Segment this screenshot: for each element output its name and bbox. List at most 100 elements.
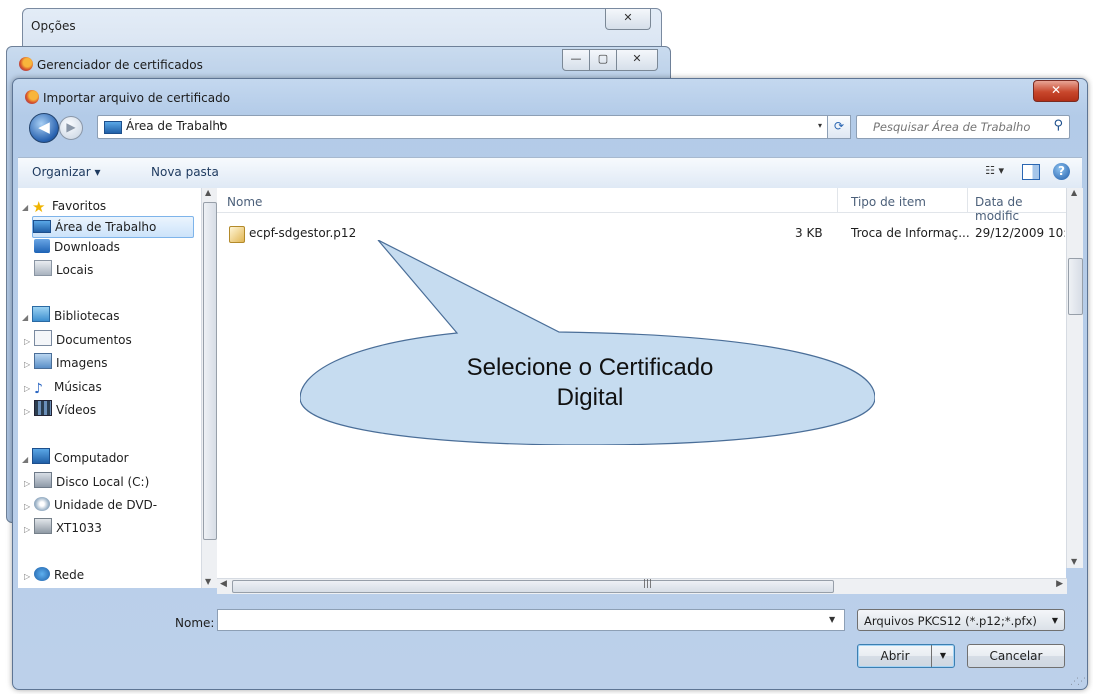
- nav-item-locais[interactable]: Locais: [34, 260, 93, 280]
- horizontal-scrollbar[interactable]: ◀ ||| ▶: [217, 578, 1067, 594]
- maximize-button[interactable]: ▢: [589, 49, 617, 71]
- scrollbar-grip-icon: |||: [643, 579, 653, 589]
- nav-item-bibliotecas[interactable]: ◢ Bibliotecas: [22, 306, 119, 326]
- breadcrumb-chevron-icon[interactable]: ▸: [220, 119, 225, 129]
- libraries-icon: [32, 306, 50, 322]
- collapsed-arrow-icon[interactable]: ▷: [24, 402, 34, 422]
- nav-item-favoritos[interactable]: ◢ ★ Favoritos: [22, 196, 106, 216]
- nav-item-documentos[interactable]: ▷ Documentos: [24, 330, 132, 350]
- column-type[interactable]: Tipo de item: [851, 195, 926, 209]
- pictures-icon: [34, 353, 52, 369]
- new-folder-button[interactable]: Nova pasta: [151, 165, 219, 179]
- nav-item-rede[interactable]: ▷ Rede: [24, 565, 84, 585]
- file-list-scrollbar[interactable]: ▲ ▼: [1066, 188, 1083, 568]
- dialog-title: Importar arquivo de certificado: [43, 91, 231, 105]
- column-header: Nome Tipo de item Data de modific: [217, 188, 1066, 223]
- file-type-filter[interactable]: Arquivos PKCS12 (*.p12;*.pfx) ▼: [857, 609, 1065, 631]
- file-name-dropdown-icon[interactable]: ▼: [829, 615, 835, 624]
- downloads-icon: [34, 239, 50, 253]
- options-close-button[interactable]: ✕: [605, 9, 651, 30]
- callout-line-1: Selecione o Certificado: [466, 354, 714, 381]
- change-view-button[interactable]: ☷ ▾: [985, 164, 1004, 177]
- nav-item-musicas[interactable]: ▷ ♪ Músicas: [24, 377, 102, 397]
- file-size: 3 KB: [795, 226, 823, 240]
- scroll-up-icon[interactable]: ▲: [205, 188, 211, 197]
- column-date[interactable]: Data de modific: [975, 195, 1066, 223]
- certificate-manager-title: Gerenciador de certificados: [37, 58, 203, 72]
- help-icon[interactable]: ?: [1053, 163, 1070, 180]
- address-bar[interactable]: Área de Trabalho ▸ ▾: [97, 115, 829, 139]
- network-icon: [34, 567, 50, 581]
- file-name-label: Nome:: [175, 616, 215, 630]
- expanded-arrow-icon[interactable]: ◢: [22, 308, 32, 328]
- music-icon: ♪: [34, 381, 43, 397]
- expanded-arrow-icon[interactable]: ◢: [22, 450, 32, 470]
- callout-bubble: [300, 240, 875, 445]
- nav-item-imagens[interactable]: ▷ Imagens: [24, 353, 107, 373]
- nav-item-videos[interactable]: ▷ Vídeos: [24, 400, 96, 420]
- nav-item-area-de-trabalho[interactable]: Área de Trabalho: [32, 216, 194, 238]
- navigation-scrollbar[interactable]: ▲ ▼: [201, 188, 217, 588]
- open-split-dropdown-icon[interactable]: ▼: [931, 645, 954, 667]
- computer-icon: [32, 448, 50, 464]
- dvd-drive-icon: [34, 497, 50, 511]
- refresh-button[interactable]: ⟳: [827, 115, 851, 139]
- forward-button[interactable]: ▶: [59, 116, 83, 140]
- options-window-title: Opções: [31, 19, 76, 33]
- search-icon[interactable]: ⚲: [1053, 118, 1063, 133]
- command-bar: Organizar ▾ Nova pasta ☷ ▾ ?: [18, 157, 1082, 189]
- navigation-pane: ◢ ★ Favoritos Área de Trabalho Downloads L…: [18, 188, 201, 588]
- close-button[interactable]: ✕: [616, 49, 658, 71]
- collapsed-arrow-icon[interactable]: ▷: [24, 355, 34, 375]
- resize-grip-icon[interactable]: ⋰⋰: [1070, 677, 1086, 687]
- search-box[interactable]: ⚲: [856, 115, 1070, 139]
- organize-button[interactable]: Organizar ▾: [32, 165, 101, 179]
- file-name[interactable]: ecpf-sdgestor.p12: [249, 226, 356, 240]
- videos-icon: [34, 400, 52, 416]
- scrollbar-thumb[interactable]: [203, 202, 217, 540]
- search-input[interactable]: [871, 119, 1045, 135]
- scroll-down-icon[interactable]: ▼: [205, 577, 211, 586]
- desktop-icon: [33, 220, 51, 233]
- dialog-close-button[interactable]: ✕: [1033, 80, 1079, 102]
- address-dropdown-icon[interactable]: ▾: [818, 121, 822, 130]
- documents-icon: [34, 330, 52, 346]
- callout-shape: [300, 240, 875, 445]
- collapsed-arrow-icon[interactable]: ▷: [24, 567, 34, 587]
- column-name[interactable]: Nome: [227, 195, 262, 209]
- preview-pane-icon[interactable]: [1022, 164, 1040, 180]
- nav-item-computador[interactable]: ◢ Computador: [22, 448, 129, 468]
- scroll-right-icon[interactable]: ▶: [1056, 579, 1063, 589]
- scroll-down-icon[interactable]: ▼: [1071, 557, 1077, 566]
- minimize-button[interactable]: —: [562, 49, 590, 71]
- address-location[interactable]: Área de Trabalho: [126, 119, 227, 133]
- places-icon: [34, 260, 52, 276]
- collapsed-arrow-icon[interactable]: ▷: [24, 332, 34, 352]
- scroll-left-icon[interactable]: ◀: [220, 579, 227, 589]
- firefox-icon: [25, 90, 39, 104]
- column-divider[interactable]: [967, 188, 968, 212]
- scrollbar-thumb[interactable]: |||: [232, 579, 834, 593]
- nav-item-dvd[interactable]: ▷ Unidade de DVD-: [24, 495, 157, 515]
- certificate-manager-caption-buttons: — ▢ ✕: [562, 49, 658, 71]
- firefox-icon: [19, 57, 33, 71]
- filter-dropdown-icon[interactable]: ▼: [1052, 616, 1058, 625]
- open-button[interactable]: Abrir ▼: [857, 644, 955, 668]
- expanded-arrow-icon[interactable]: ◢: [22, 198, 32, 218]
- nav-item-xt1033[interactable]: ▷ XT1033: [24, 518, 102, 538]
- file-type-filter-value: Arquivos PKCS12 (*.p12;*.pfx): [864, 614, 1037, 628]
- file-type: Troca de Informaç...: [851, 226, 970, 240]
- file-name-input[interactable]: [217, 609, 845, 631]
- collapsed-arrow-icon[interactable]: ▷: [24, 520, 34, 540]
- column-divider[interactable]: [837, 188, 838, 212]
- open-button-label: Abrir: [880, 649, 910, 663]
- scroll-up-icon[interactable]: ▲: [1071, 188, 1077, 197]
- collapsed-arrow-icon[interactable]: ▷: [24, 497, 34, 517]
- collapsed-arrow-icon[interactable]: ▷: [24, 474, 34, 494]
- nav-item-downloads[interactable]: Downloads: [34, 237, 120, 257]
- nav-item-disco-local[interactable]: ▷ Disco Local (C:): [24, 472, 149, 492]
- collapsed-arrow-icon[interactable]: ▷: [24, 379, 34, 399]
- cancel-button[interactable]: Cancelar: [967, 644, 1065, 668]
- scrollbar-thumb[interactable]: [1068, 258, 1083, 315]
- back-button[interactable]: ◀: [29, 113, 59, 143]
